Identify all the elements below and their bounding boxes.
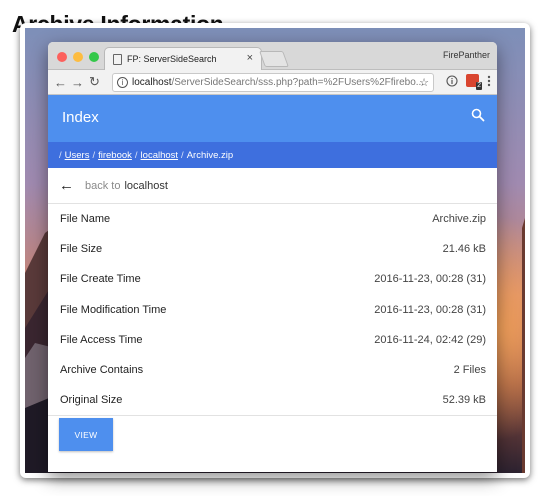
profile-name[interactable]: FirePanther (443, 50, 490, 60)
details-list: File Name Archive.zip File Size 21.46 kB… (48, 204, 497, 415)
detail-row-file-name: File Name Archive.zip (48, 204, 497, 234)
detail-label: File Modification Time (60, 303, 167, 316)
tab-close-icon[interactable]: × (247, 52, 253, 64)
more-vert-icon[interactable] (487, 75, 491, 87)
tab-title: FP: ServerSideSearch (127, 54, 217, 64)
breadcrumb: / Users / firebook / localhost / Archive… (48, 142, 497, 168)
detail-value: 2016-11-24, 02:42 (29) (374, 333, 486, 346)
detail-label: File Name (60, 213, 111, 226)
tab-active[interactable]: FP: ServerSideSearch × (104, 47, 262, 70)
minimize-window-button[interactable] (73, 52, 83, 62)
reload-icon[interactable]: ↻ (86, 74, 103, 90)
page-title: Index (62, 109, 99, 126)
detail-row-original-size: Original Size 52.39 kB (48, 385, 497, 415)
tab-bar: FP: ServerSideSearch × FirePanther (48, 42, 497, 70)
breadcrumb-localhost[interactable]: localhost (141, 150, 179, 161)
star-icon[interactable]: ☆ (419, 76, 429, 89)
arrow-left-icon[interactable]: ← (52, 75, 69, 90)
view-button[interactable]: VIEW (59, 418, 113, 452)
maximize-window-button[interactable] (89, 52, 99, 62)
info-circle-icon[interactable] (446, 74, 458, 87)
back-prefix: back to (85, 179, 121, 192)
detail-label: Original Size (60, 394, 123, 407)
detail-row-access-time: File Access Time 2016-11-24, 02:42 (29) (48, 325, 497, 355)
detail-label: File Size (60, 243, 103, 256)
back-arrow-icon[interactable]: ← (59, 177, 74, 194)
browser-toolbar: ← → ↻ i localhost/ServerSideSearch/sss.p… (48, 70, 497, 95)
detail-row-archive-contains: Archive Contains 2 Files (48, 355, 497, 385)
search-icon[interactable] (471, 108, 485, 122)
breadcrumb-users[interactable]: Users (65, 150, 90, 161)
url-host: localhost (132, 77, 172, 88)
new-tab-button[interactable] (259, 51, 289, 67)
close-window-button[interactable] (57, 52, 67, 62)
breadcrumb-firebook[interactable]: firebook (98, 150, 132, 161)
extension-icons: 2 (446, 74, 491, 90)
detail-label: Archive Contains (60, 364, 144, 377)
page-icon (113, 53, 122, 65)
arrow-right-icon[interactable]: → (69, 75, 86, 90)
detail-label: File Access Time (60, 333, 143, 346)
detail-row-file-size: File Size 21.46 kB (48, 234, 497, 264)
detail-row-create-time: File Create Time 2016-11-23, 00:28 (31) (48, 264, 497, 294)
detail-value: Archive.zip (432, 213, 486, 226)
window-controls (57, 52, 99, 62)
browser-window: FP: ServerSideSearch × FirePanther ← → ↻… (48, 42, 497, 472)
app-header: Index (48, 95, 497, 142)
detail-value: 21.46 kB (442, 243, 486, 256)
detail-label: File Create Time (60, 273, 141, 286)
back-link[interactable]: ← back to localhost (48, 168, 497, 204)
extension-badge-count: 2 (476, 82, 482, 90)
back-target[interactable]: localhost (124, 180, 167, 192)
detail-value: 2016-11-23, 00:28 (31) (374, 273, 486, 286)
detail-value: 2016-11-23, 00:28 (31) (374, 303, 486, 316)
actions-footer: VIEW (48, 416, 497, 452)
extension-icon[interactable]: 2 (466, 74, 482, 90)
url-path: /ServerSideSearch/sss.php?path=%2FUsers%… (171, 77, 425, 88)
address-bar[interactable]: i localhost/ServerSideSearch/sss.php?pat… (112, 73, 434, 92)
detail-value: 52.39 kB (442, 394, 486, 407)
info-icon[interactable]: i (117, 77, 128, 88)
detail-row-modification-time: File Modification Time 2016-11-23, 00:28… (48, 295, 497, 325)
breadcrumb-current: Archive.zip (186, 149, 234, 161)
detail-value: 2 Files (453, 364, 486, 377)
